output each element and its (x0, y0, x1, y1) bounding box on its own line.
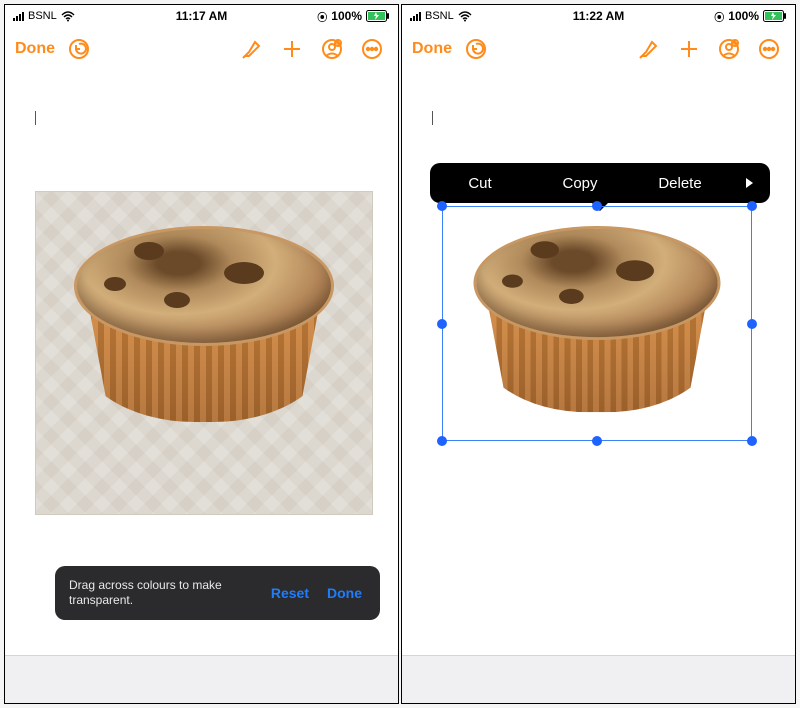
document-canvas[interactable]: Cut Copy Delete (402, 71, 795, 655)
status-bar: BSNL 11:17 AM ⦿ 100% (5, 5, 398, 27)
instant-alpha-toolbar: Drag across colours to make transparent.… (55, 566, 380, 620)
carrier-label: BSNL (425, 10, 454, 22)
battery-label: 100% (728, 9, 759, 23)
alarm-icon: ⦿ (317, 9, 327, 24)
instant-alpha-done-button[interactable]: Done (323, 585, 366, 601)
battery-charging-icon (366, 10, 390, 22)
signal-bars-icon (13, 11, 24, 21)
wifi-icon (458, 11, 472, 22)
context-menu-delete[interactable]: Delete (630, 163, 730, 203)
battery-charging-icon (763, 10, 787, 22)
screen-left-instant-alpha: BSNL 11:17 AM ⦿ 100% Done (4, 4, 399, 704)
context-menu-more-icon[interactable] (730, 163, 770, 203)
add-person-icon[interactable] (713, 33, 745, 65)
markup-toolbar: Done (5, 27, 398, 71)
muffin-image-cutout (464, 222, 730, 422)
context-menu: Cut Copy Delete (430, 163, 770, 203)
context-menu-cut[interactable]: Cut (430, 163, 530, 203)
resize-handle-br[interactable] (747, 436, 757, 446)
plus-icon[interactable] (673, 33, 705, 65)
signal-bars-icon (410, 11, 421, 21)
image-with-background[interactable] (35, 191, 373, 515)
battery-label: 100% (331, 9, 362, 23)
screen-right-selection: BSNL 11:22 AM ⦿ 100% Done (401, 4, 796, 704)
image-selection-box[interactable] (442, 206, 752, 441)
resize-handle-bm[interactable] (592, 436, 602, 446)
keyboard-accessory-bar (5, 655, 398, 703)
carrier-label: BSNL (28, 10, 57, 22)
brush-icon[interactable] (633, 33, 665, 65)
keyboard-accessory-bar (402, 655, 795, 703)
wifi-icon (61, 11, 75, 22)
text-cursor (432, 111, 433, 125)
context-menu-copy[interactable]: Copy (530, 163, 630, 203)
alarm-icon: ⦿ (714, 9, 724, 24)
resize-handle-ml[interactable] (437, 319, 447, 329)
resize-handle-tl[interactable] (437, 201, 447, 211)
text-cursor (35, 111, 36, 125)
more-icon[interactable] (356, 33, 388, 65)
brush-icon[interactable] (236, 33, 268, 65)
resize-handle-bl[interactable] (437, 436, 447, 446)
muffin-image (64, 222, 344, 432)
done-button[interactable]: Done (15, 40, 55, 58)
done-button[interactable]: Done (412, 40, 452, 58)
markup-toolbar: Done (402, 27, 795, 71)
instant-alpha-hint: Drag across colours to make transparent. (69, 578, 257, 608)
add-person-icon[interactable] (316, 33, 348, 65)
status-bar: BSNL 11:22 AM ⦿ 100% (402, 5, 795, 27)
plus-icon[interactable] (276, 33, 308, 65)
more-icon[interactable] (753, 33, 785, 65)
document-canvas[interactable]: Drag across colours to make transparent.… (5, 71, 398, 655)
undo-icon[interactable] (460, 33, 492, 65)
undo-icon[interactable] (63, 33, 95, 65)
resize-handle-mr[interactable] (747, 319, 757, 329)
resize-handle-tr[interactable] (747, 201, 757, 211)
resize-handle-tm[interactable] (592, 201, 602, 211)
reset-button[interactable]: Reset (267, 585, 313, 601)
